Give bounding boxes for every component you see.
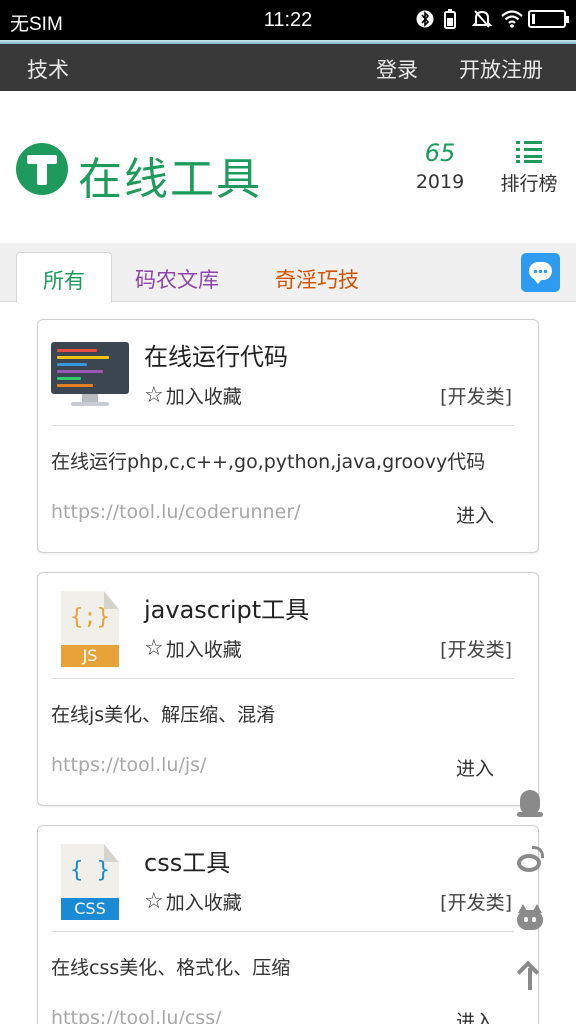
status-bar: 无SIM 11:22 (0, 0, 576, 40)
category-label: [开发类] (440, 386, 512, 408)
battery-saver-icon (444, 9, 462, 29)
tool-title[interactable]: javascript工具 (144, 590, 309, 625)
back-to-top-icon[interactable] (512, 958, 548, 994)
favorite-label: 加入收藏 (165, 639, 242, 661)
site-title[interactable]: 在线工具 (78, 143, 262, 207)
tool-list: 在线运行代码 ☆ 加入收藏 [开发类] 在线运行php,c,c++,go,pyt… (0, 302, 576, 1024)
qq-icon[interactable] (512, 786, 548, 822)
tool-card[interactable]: {;} JS javascript工具 ☆ 加入收藏 [开发类] 在线js美化、… (37, 572, 539, 806)
category-label: [开发类] (440, 892, 512, 914)
code-monitor-icon (51, 338, 129, 412)
tool-url[interactable]: https://tool.lu/coderunner/ (51, 501, 301, 523)
favorite-button[interactable]: ☆ 加入收藏 (144, 382, 242, 409)
star-icon: ☆ (144, 635, 164, 661)
mute-icon (471, 9, 493, 29)
category-tabs: 所有 码农文库 奇淫巧技 (0, 243, 576, 303)
stat-number: 65 (424, 139, 456, 167)
tool-description: 在线运行php,c,c++,go,python,java,groovy代码 (51, 451, 486, 473)
star-icon: ☆ (144, 888, 164, 914)
tab-all[interactable]: 所有 (16, 252, 112, 303)
css-file-icon: { } CSS (51, 844, 129, 920)
top-nav: 技术 登录 开放注册 (0, 44, 576, 91)
divider (51, 931, 514, 932)
ranking-button[interactable]: 排行榜 (496, 139, 562, 196)
tab-coder-library[interactable]: 码农文库 (135, 252, 219, 303)
bluetooth-icon (416, 9, 434, 29)
stat-block: 65 2019 (410, 139, 470, 193)
category-label: [开发类] (440, 639, 512, 661)
tool-card[interactable]: 在线运行代码 ☆ 加入收藏 [开发类] 在线运行php,c,c++,go,pyt… (37, 319, 539, 553)
stat-year: 2019 (415, 171, 465, 193)
divider (51, 678, 514, 679)
tool-title[interactable]: css工具 (144, 843, 230, 878)
weibo-icon[interactable] (512, 843, 548, 879)
favorite-button[interactable]: ☆ 加入收藏 (144, 635, 242, 662)
tool-description: 在线js美化、解压缩、混淆 (51, 704, 276, 726)
favorite-label: 加入收藏 (165, 892, 242, 914)
tool-url[interactable]: https://tool.lu/css/ (51, 1007, 222, 1024)
tool-description: 在线css美化、格式化、压缩 (51, 957, 291, 979)
divider (51, 425, 514, 426)
nav-section-link[interactable]: 技术 (27, 54, 69, 84)
chat-button[interactable] (521, 253, 560, 292)
js-file-icon: {;} JS (51, 591, 129, 667)
favorite-button[interactable]: ☆ 加入收藏 (144, 888, 242, 915)
ranking-label: 排行榜 (500, 173, 558, 195)
favorite-label: 加入收藏 (165, 386, 242, 408)
star-icon: ☆ (144, 382, 164, 408)
wifi-icon (500, 9, 523, 29)
status-icons (416, 8, 569, 30)
site-header: 在线工具 65 2019 排行榜 (0, 91, 576, 243)
list-icon (516, 141, 542, 163)
login-link[interactable]: 登录 (376, 54, 418, 84)
logo-icon[interactable] (16, 143, 68, 195)
enter-button[interactable]: 进入 (456, 754, 494, 781)
tool-card[interactable]: { } CSS css工具 ☆ 加入收藏 [开发类] 在线css美化、格式化、压… (37, 825, 539, 1024)
tab-tricks[interactable]: 奇淫巧技 (275, 252, 359, 303)
tool-title[interactable]: 在线运行代码 (144, 337, 288, 372)
tool-url[interactable]: https://tool.lu/js/ (51, 754, 206, 776)
register-link[interactable]: 开放注册 (459, 54, 543, 84)
enter-button[interactable]: 进入 (456, 1007, 494, 1024)
battery-icon (528, 10, 569, 28)
github-icon[interactable] (512, 900, 548, 936)
enter-button[interactable]: 进入 (456, 501, 494, 528)
